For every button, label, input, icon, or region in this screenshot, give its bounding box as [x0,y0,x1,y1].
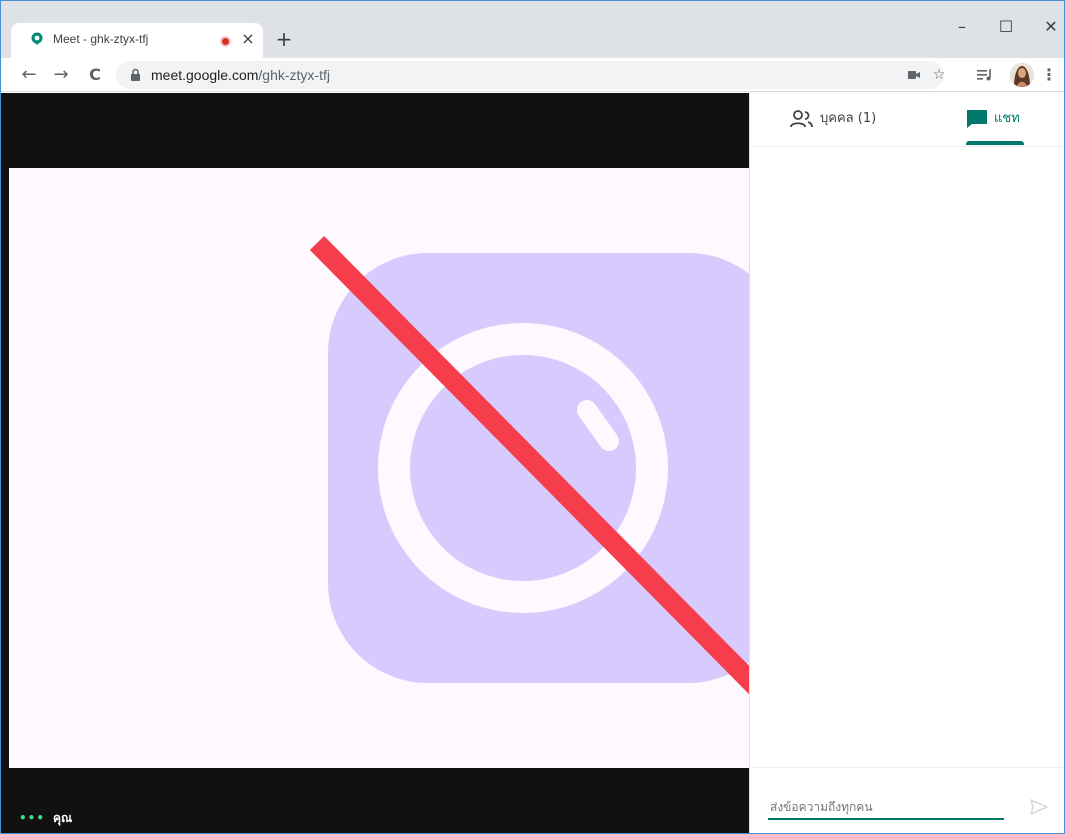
tab-people[interactable]: บุคคล (1) [790,107,876,131]
close-window-button[interactable]: ✕ [1039,15,1063,39]
avatar-picture-icon [1010,63,1034,87]
chat-tab-label: แชท [994,111,1020,126]
side-panel: บุคคล (1) แชท [749,93,1064,833]
bookmark-star-icon[interactable]: ☆ [928,64,950,86]
minimize-button[interactable]: – [950,15,974,39]
back-button[interactable]: ← [17,62,41,88]
self-name: คุณ [53,811,73,825]
meet-favicon-icon [31,32,43,45]
camera-indicator-icon[interactable] [906,67,922,83]
media-control-icon[interactable] [976,67,994,83]
chat-icon [967,109,987,128]
tab-close-button[interactable]: × [239,28,257,50]
url-host: meet.google.com [151,67,259,83]
send-icon[interactable] [1028,796,1050,818]
self-name-label: ••• คุณ [19,809,72,828]
people-tab-label: บุคคล (1) [820,111,877,126]
lock-icon [131,68,140,81]
browser-window: Meet - ghk-ztyx-tfj × + – ☐ ✕ ← → C meet… [0,0,1065,834]
people-icon [790,109,813,127]
chat-composer [750,767,1064,833]
tab-strip: Meet - ghk-ztyx-tfj × + – ☐ ✕ [1,1,1064,58]
self-video-tile [9,168,749,768]
url-text: meet.google.com/ghk-ztyx-tfj [151,67,330,83]
tab-chat[interactable]: แชท [966,107,1020,131]
browser-menu-button[interactable]: ⋮ [1041,62,1057,88]
url-path: /ghk-ztyx-tfj [258,67,330,83]
recording-indicator-icon [220,36,231,47]
chat-message-input[interactable] [768,796,1004,820]
meeting-stage: ••• คุณ [1,93,749,833]
maximize-button[interactable]: ☐ [994,15,1018,39]
profile-avatar[interactable] [1010,63,1034,87]
side-panel-tabs: บุคคล (1) แชท [750,93,1064,147]
browser-toolbar: ← → C meet.google.com/ghk-ztyx-tfj ☆ ⋮ [1,58,1064,92]
tab-title: Meet - ghk-ztyx-tfj [53,32,149,46]
address-bar[interactable]: meet.google.com/ghk-ztyx-tfj ☆ [116,61,945,89]
camera-off-icon [309,235,749,695]
more-options-icon[interactable]: ••• [19,811,45,825]
new-tab-button[interactable]: + [273,28,295,50]
active-tab-indicator [966,141,1024,145]
reload-button[interactable]: C [83,62,107,88]
browser-tab[interactable]: Meet - ghk-ztyx-tfj × [11,23,263,58]
forward-button[interactable]: → [49,62,73,88]
